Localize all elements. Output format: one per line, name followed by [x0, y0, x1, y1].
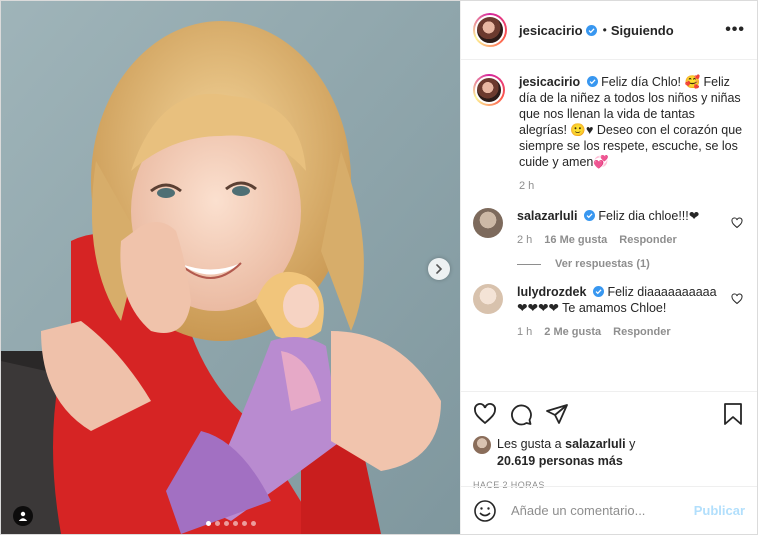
post-photo[interactable] [1, 1, 460, 534]
verified-icon [585, 24, 597, 36]
next-icon [436, 264, 443, 274]
carousel-indicator [1, 521, 460, 526]
comment-text: Feliz dia chloe!!!❤ [598, 209, 700, 223]
carousel-dot [250, 521, 256, 526]
following-button[interactable]: Siguiendo [611, 23, 674, 38]
comment-username[interactable]: salazarluli [517, 209, 577, 223]
author-username[interactable]: jesicacirio [519, 23, 583, 38]
publish-button[interactable]: Publicar [694, 503, 745, 518]
heart-icon[interactable] [731, 217, 743, 229]
likes-summary[interactable]: Les gusta a salazarluli y 20.619 persona… [473, 436, 745, 470]
add-comment-bar: Publicar [461, 486, 757, 534]
likes-count[interactable]: 20.619 personas más [497, 454, 623, 468]
liker-avatar [473, 436, 491, 454]
author-avatar[interactable] [473, 13, 507, 47]
comment-item: lulydrozdek Feliz diaaaaaaaaaa ❤❤❤❤ Te a… [473, 284, 745, 340]
comment-input[interactable] [511, 503, 694, 518]
user-tag-icon [18, 511, 28, 521]
liker-username[interactable]: salazarluli [565, 437, 625, 451]
reply-button[interactable]: Responder [619, 232, 676, 248]
verified-icon [583, 210, 595, 221]
verified-icon [592, 286, 604, 297]
carousel-dot [241, 521, 247, 526]
commenter-avatar[interactable] [473, 208, 503, 238]
post-header: jesicacirio • Siguiendo ••• [461, 1, 757, 60]
emoji-icon[interactable] [473, 499, 497, 523]
header-separator: • [602, 23, 607, 37]
caption-time[interactable]: 2 h [519, 178, 534, 194]
likes-joiner: y [629, 437, 636, 451]
likes-prefix: Les gusta a [497, 437, 562, 451]
carousel-dot [223, 521, 229, 526]
caption-avatar[interactable] [473, 74, 505, 106]
like-icon[interactable] [473, 402, 497, 426]
next-photo-button[interactable] [428, 258, 450, 280]
comment-item: salazarluli Feliz dia chloe!!!❤ 2 h 16 M… [473, 208, 745, 248]
carousel-dot [205, 521, 211, 526]
comment-time[interactable]: 2 h [517, 232, 532, 248]
heart-icon[interactable] [731, 293, 743, 305]
post-sidebar: jesicacirio • Siguiendo ••• jesicacirio [460, 1, 757, 534]
reply-button[interactable]: Responder [613, 324, 670, 340]
comment-time[interactable]: 1 h [517, 324, 532, 340]
carousel-dot [214, 521, 220, 526]
commenter-avatar[interactable] [473, 284, 503, 314]
view-replies-button[interactable]: Ver respuestas (1) [517, 258, 745, 270]
more-options-button[interactable]: ••• [725, 21, 745, 39]
comment-icon[interactable] [509, 402, 533, 426]
post-modal: jesicacirio • Siguiendo ••• jesicacirio [0, 0, 758, 535]
comments-list[interactable]: jesicacirio Feliz día Chlo! 🥰 Feliz día … [461, 60, 757, 391]
comment-likes[interactable]: 16 Me gusta [544, 232, 607, 248]
photo-illustration [1, 1, 460, 534]
verified-icon [586, 76, 598, 87]
caption-text: Feliz día Chlo! 🥰 Feliz día de la niñez … [519, 75, 743, 169]
caption-username[interactable]: jesicacirio [519, 75, 580, 89]
view-replies-label: Ver respuestas (1) [555, 258, 650, 270]
comment-likes[interactable]: 2 Me gusta [544, 324, 601, 340]
share-icon[interactable] [545, 402, 569, 426]
save-icon[interactable] [721, 402, 745, 426]
carousel-dot [232, 521, 238, 526]
comment-username[interactable]: lulydrozdek [517, 285, 586, 299]
caption: jesicacirio Feliz día Chlo! 🥰 Feliz día … [473, 74, 745, 194]
